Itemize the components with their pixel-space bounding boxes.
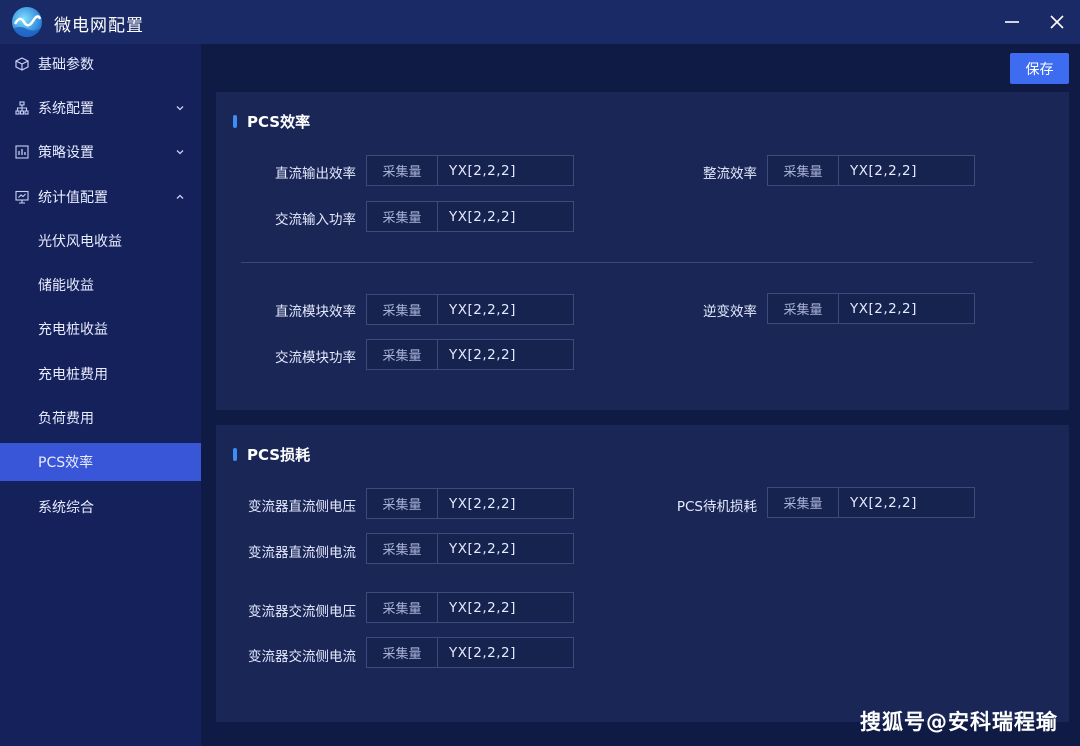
field-value[interactable]: YX[2,2,2] <box>438 202 573 231</box>
field-label: 交流输入功率 <box>275 212 356 228</box>
field-label: 直流模块效率 <box>275 304 356 320</box>
title-accent-bar <box>233 448 237 461</box>
field-value[interactable]: YX[2,2,2] <box>438 489 573 518</box>
converter-ac-current-field[interactable]: 采集量 YX[2,2,2] <box>366 637 574 668</box>
close-icon[interactable] <box>1045 10 1069 34</box>
panel-title: PCS效率 <box>233 111 310 132</box>
sidebar-item-storage-revenue[interactable]: 储能收益 <box>0 266 201 304</box>
chevron-up-icon <box>176 194 184 199</box>
sidebar-item-system-summary[interactable]: 系统综合 <box>0 488 201 526</box>
sidebar-item-load-cost[interactable]: 负荷费用 <box>0 399 201 437</box>
title-bar: 微电网配置 <box>0 0 1080 44</box>
field-label: 变流器直流侧电流 <box>248 545 356 561</box>
source-tag[interactable]: 采集量 <box>768 294 839 323</box>
pcs-standby-loss-field[interactable]: 采集量 YX[2,2,2] <box>767 487 975 518</box>
dc-output-efficiency-field[interactable]: 采集量 YX[2,2,2] <box>366 155 574 186</box>
field-value[interactable]: YX[2,2,2] <box>438 340 573 369</box>
field-label: 整流效率 <box>703 166 757 182</box>
network-icon <box>15 101 29 115</box>
source-tag[interactable]: 采集量 <box>768 156 839 185</box>
sidebar-item-basic-params[interactable]: 基础参数 <box>0 45 201 83</box>
source-tag[interactable]: 采集量 <box>367 638 438 667</box>
source-tag[interactable]: 采集量 <box>367 593 438 622</box>
sidebar: 基础参数 系统配置 策略设置 统计值配置 光伏风电收益 储能收益 充电桩收益 充… <box>0 44 201 746</box>
field-value[interactable]: YX[2,2,2] <box>438 638 573 667</box>
field-value[interactable]: YX[2,2,2] <box>839 294 974 323</box>
sidebar-item-statistics[interactable]: 统计值配置 <box>0 178 201 216</box>
ac-input-power-field[interactable]: 采集量 YX[2,2,2] <box>366 201 574 232</box>
sidebar-item-system-config[interactable]: 系统配置 <box>0 89 201 127</box>
sidebar-item-charger-cost[interactable]: 充电桩费用 <box>0 355 201 393</box>
minimize-icon[interactable] <box>1000 10 1024 34</box>
field-value[interactable]: YX[2,2,2] <box>438 534 573 563</box>
field-value[interactable]: YX[2,2,2] <box>839 488 974 517</box>
source-tag[interactable]: 采集量 <box>367 202 438 231</box>
ac-module-power-field[interactable]: 采集量 YX[2,2,2] <box>366 339 574 370</box>
pcs-loss-panel: PCS损耗 变流器直流侧电压 采集量 YX[2,2,2] PCS待机损耗 采集量… <box>216 425 1069 722</box>
source-tag[interactable]: 采集量 <box>768 488 839 517</box>
save-button[interactable]: 保存 <box>1010 53 1069 84</box>
source-tag[interactable]: 采集量 <box>367 295 438 324</box>
converter-dc-current-field[interactable]: 采集量 YX[2,2,2] <box>366 533 574 564</box>
field-value[interactable]: YX[2,2,2] <box>438 593 573 622</box>
field-value[interactable]: YX[2,2,2] <box>438 156 573 185</box>
panel-title-text: PCS损耗 <box>247 446 311 464</box>
title-accent-bar <box>233 115 237 128</box>
inverter-efficiency-field[interactable]: 采集量 YX[2,2,2] <box>767 293 975 324</box>
panel-title: PCS损耗 <box>233 444 310 465</box>
sidebar-item-strategy[interactable]: 策略设置 <box>0 133 201 171</box>
field-label: 变流器交流侧电压 <box>248 604 356 620</box>
field-label: 直流输出效率 <box>275 166 356 182</box>
field-value[interactable]: YX[2,2,2] <box>438 295 573 324</box>
field-value[interactable]: YX[2,2,2] <box>839 156 974 185</box>
sidebar-item-pv-wind-revenue[interactable]: 光伏风电收益 <box>0 222 201 260</box>
dc-module-efficiency-field[interactable]: 采集量 YX[2,2,2] <box>366 294 574 325</box>
section-divider <box>241 262 1033 263</box>
source-tag[interactable]: 采集量 <box>367 489 438 518</box>
panel-title-text: PCS效率 <box>247 113 311 131</box>
source-tag[interactable]: 采集量 <box>367 340 438 369</box>
app-logo-icon <box>12 7 42 37</box>
sidebar-item-pcs-efficiency[interactable]: PCS效率 <box>0 443 201 481</box>
monitor-icon <box>15 190 29 204</box>
chevron-down-icon <box>176 150 184 155</box>
field-label: 变流器交流侧电流 <box>248 649 356 665</box>
field-label: PCS待机损耗 <box>676 499 757 515</box>
sidebar-item-charger-revenue[interactable]: 充电桩收益 <box>0 310 201 348</box>
field-label: 变流器直流侧电压 <box>248 499 356 515</box>
field-label: 交流模块功率 <box>275 350 356 366</box>
converter-dc-voltage-field[interactable]: 采集量 YX[2,2,2] <box>366 488 574 519</box>
main-content: 保存 PCS效率 直流输出效率 采集量 YX[2,2,2] 整流效率 采集量 Y… <box>201 44 1080 746</box>
source-tag[interactable]: 采集量 <box>367 534 438 563</box>
pcs-efficiency-panel: PCS效率 直流输出效率 采集量 YX[2,2,2] 整流效率 采集量 YX[2… <box>216 92 1069 410</box>
rectifier-efficiency-field[interactable]: 采集量 YX[2,2,2] <box>767 155 975 186</box>
chart-icon <box>15 145 29 159</box>
app-title: 微电网配置 <box>54 16 144 36</box>
source-tag[interactable]: 采集量 <box>367 156 438 185</box>
converter-ac-voltage-field[interactable]: 采集量 YX[2,2,2] <box>366 592 574 623</box>
chevron-down-icon <box>176 106 184 111</box>
field-label: 逆变效率 <box>703 304 757 320</box>
watermark: 搜狐号@安科瑞程瑜 <box>860 710 1058 734</box>
cube-icon <box>15 57 29 71</box>
